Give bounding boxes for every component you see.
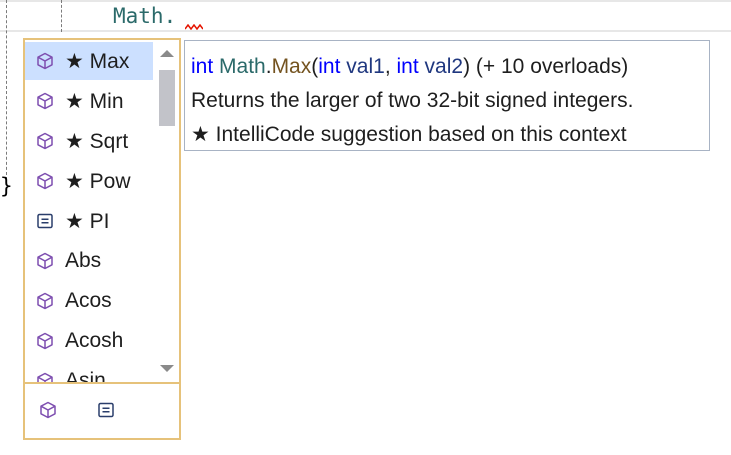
scroll-up-arrow-icon[interactable]	[155, 42, 179, 64]
completion-item[interactable]: ★ Sqrt	[25, 122, 153, 160]
method-icon	[25, 122, 65, 160]
completion-item[interactable]: Acosh	[25, 322, 153, 360]
method-icon	[25, 82, 65, 120]
method-name: Max	[271, 55, 312, 78]
completion-item-label: ★ Max	[65, 49, 130, 73]
completion-item-label: Acosh	[65, 329, 124, 352]
constant-icon	[25, 202, 65, 240]
close-paren: )	[463, 55, 471, 78]
class-name: Math	[219, 55, 266, 78]
comma: ,	[384, 55, 391, 78]
method-icon	[25, 242, 65, 280]
completion-item-label: Abs	[65, 249, 102, 272]
completion-item-label: ★ Sqrt	[65, 129, 129, 153]
indent-guide	[61, 0, 62, 32]
completion-item-label: Asin	[65, 369, 106, 382]
error-squiggle	[185, 24, 203, 30]
completion-item[interactable]: Abs	[25, 242, 153, 280]
signature-line: int Math.Max(int val1, int val2) (+ 10 o…	[191, 50, 709, 84]
param1-name: val1	[346, 55, 385, 78]
method-filter-icon[interactable]	[36, 398, 60, 422]
intellicode-note: ★ IntelliCode suggestion based on this c…	[191, 123, 627, 146]
completion-item[interactable]: ★ PI	[25, 202, 153, 240]
completion-scrollbar[interactable]	[155, 40, 179, 382]
completion-list-popup[interactable]: ★ Max ★ Min ★ Sqrt ★ Pow ★ PI Abs Acos Acosh Asi…	[23, 38, 181, 440]
indent-guide	[6, 0, 7, 180]
method-icon	[25, 362, 65, 382]
completion-item-label: Acos	[65, 289, 112, 312]
completion-item-label: ★ Min	[65, 89, 124, 113]
completion-item-label: ★ Pow	[65, 169, 131, 193]
constant-filter-icon[interactable]	[94, 398, 118, 422]
code-text[interactable]: Math.	[113, 2, 176, 30]
overload-count: (+ 10 overloads)	[475, 55, 629, 78]
method-description: Returns the larger of two 32-bit signed …	[191, 89, 634, 112]
scroll-down-arrow-icon[interactable]	[155, 358, 179, 380]
completion-list[interactable]: ★ Max ★ Min ★ Sqrt ★ Pow ★ PI Abs Acos Acosh Asi…	[25, 40, 155, 382]
completion-item[interactable]: ★ Pow	[25, 162, 153, 200]
method-icon	[25, 42, 65, 80]
param2-name: val2	[424, 55, 464, 78]
signature-tooltip: int Math.Max(int val1, int val2) (+ 10 o…	[184, 40, 710, 151]
completion-item[interactable]: Acos	[25, 282, 153, 320]
return-type: int	[191, 55, 214, 78]
closing-brace: }	[0, 174, 13, 198]
completion-filter-bar	[25, 382, 179, 438]
current-line-highlight	[0, 0, 731, 32]
method-icon	[25, 322, 65, 360]
completion-item[interactable]: ★ Max	[25, 42, 153, 80]
scrollbar-thumb[interactable]	[159, 70, 175, 126]
completion-item-label: ★ PI	[65, 209, 110, 233]
method-icon	[25, 162, 65, 200]
method-icon	[25, 282, 65, 320]
completion-item[interactable]: Asin	[25, 362, 153, 382]
param2-type: int	[396, 55, 419, 78]
param1-type: int	[318, 55, 341, 78]
completion-item[interactable]: ★ Min	[25, 82, 153, 120]
